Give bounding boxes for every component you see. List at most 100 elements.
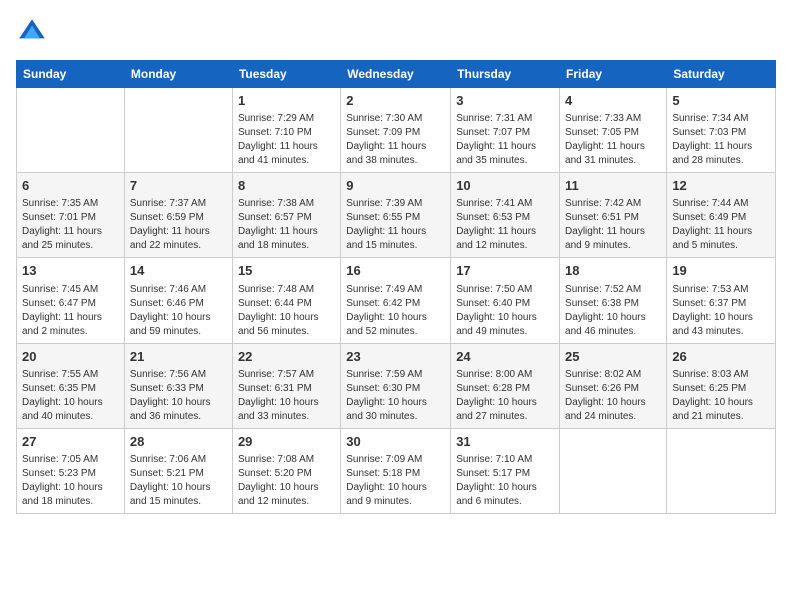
day-cell: 12 Sunrise: 7:44 AM Sunset: 6:49 PM Dayli…	[667, 173, 776, 258]
day-info: Sunrise: 7:34 AM Sunset: 7:03 PM Dayligh…	[672, 112, 770, 168]
day-info: Sunrise: 7:44 AM Sunset: 6:49 PM Dayligh…	[672, 197, 770, 253]
day-cell: 6 Sunrise: 7:35 AM Sunset: 7:01 PM Daylig…	[17, 173, 125, 258]
day-number: 30	[346, 433, 445, 451]
day-number: 10	[456, 177, 554, 195]
logo-icon	[16, 16, 48, 48]
day-cell: 24 Sunrise: 8:00 AM Sunset: 6:28 PM Dayli…	[451, 343, 560, 428]
day-number: 19	[672, 262, 770, 280]
day-info: Sunrise: 7:56 AM Sunset: 6:33 PM Dayligh…	[130, 368, 227, 424]
day-cell: 8 Sunrise: 7:38 AM Sunset: 6:57 PM Daylig…	[232, 173, 340, 258]
header-row: SundayMondayTuesdayWednesdayThursdayFrid…	[17, 61, 776, 88]
day-info: Sunrise: 7:05 AM Sunset: 5:23 PM Dayligh…	[22, 453, 119, 509]
day-info: Sunrise: 7:33 AM Sunset: 7:05 PM Dayligh…	[565, 112, 661, 168]
day-cell: 31 Sunrise: 7:10 AM Sunset: 5:17 PM Dayli…	[451, 428, 560, 513]
day-number: 14	[130, 262, 227, 280]
day-cell: 20 Sunrise: 7:55 AM Sunset: 6:35 PM Dayli…	[17, 343, 125, 428]
column-header-tuesday: Tuesday	[232, 61, 340, 88]
day-cell: 13Sunrise: 7:45 AM Sunset: 6:47 PM Dayli…	[17, 258, 125, 343]
day-info: Sunrise: 7:06 AM Sunset: 5:21 PM Dayligh…	[130, 453, 227, 509]
day-info: Sunrise: 7:35 AM Sunset: 7:01 PM Dayligh…	[22, 197, 119, 253]
day-number: 5	[672, 92, 770, 110]
day-cell: 21Sunrise: 7:56 AM Sunset: 6:33 PM Dayli…	[124, 343, 232, 428]
day-cell: 10 Sunrise: 7:41 AM Sunset: 6:53 PM Dayli…	[451, 173, 560, 258]
day-number: 1	[238, 92, 335, 110]
week-row-1: 1 Sunrise: 7:29 AM Sunset: 7:10 PM Daylig…	[17, 88, 776, 173]
day-cell	[17, 88, 125, 173]
day-cell	[560, 428, 667, 513]
day-cell: 9 Sunrise: 7:39 AM Sunset: 6:55 PM Daylig…	[341, 173, 451, 258]
day-info: Sunrise: 7:46 AM Sunset: 6:46 PM Dayligh…	[130, 283, 227, 339]
day-cell: 23 Sunrise: 7:59 AM Sunset: 6:30 PM Dayli…	[341, 343, 451, 428]
day-number: 17	[456, 262, 554, 280]
day-cell: 7 Sunrise: 7:37 AM Sunset: 6:59 PM Daylig…	[124, 173, 232, 258]
day-cell: 29 Sunrise: 7:08 AM Sunset: 5:20 PM Dayli…	[232, 428, 340, 513]
day-cell: 17 Sunrise: 7:50 AM Sunset: 6:40 PM Dayli…	[451, 258, 560, 343]
day-info: Sunrise: 7:09 AM Sunset: 5:18 PM Dayligh…	[346, 453, 445, 509]
day-cell	[124, 88, 232, 173]
day-number: 22	[238, 348, 335, 366]
day-number: 8	[238, 177, 335, 195]
day-cell: 26 Sunrise: 8:03 AM Sunset: 6:25 PM Dayli…	[667, 343, 776, 428]
day-info: Sunrise: 7:37 AM Sunset: 6:59 PM Dayligh…	[130, 197, 227, 253]
day-number: 25	[565, 348, 661, 366]
day-cell: 19 Sunrise: 7:53 AM Sunset: 6:37 PM Dayli…	[667, 258, 776, 343]
day-info: Sunrise: 7:42 AM Sunset: 6:51 PM Dayligh…	[565, 197, 661, 253]
day-cell	[667, 428, 776, 513]
day-number: 3	[456, 92, 554, 110]
day-number: 9	[346, 177, 445, 195]
day-number: 11	[565, 177, 661, 195]
day-info: Sunrise: 8:03 AM Sunset: 6:25 PM Dayligh…	[672, 368, 770, 424]
column-header-monday: Monday	[124, 61, 232, 88]
week-row-2: 6 Sunrise: 7:35 AM Sunset: 7:01 PM Daylig…	[17, 173, 776, 258]
day-number: 13	[22, 262, 119, 280]
day-number: 12	[672, 177, 770, 195]
day-cell: 16 Sunrise: 7:49 AM Sunset: 6:42 PM Dayli…	[341, 258, 451, 343]
day-number: 20	[22, 348, 119, 366]
day-info: Sunrise: 7:50 AM Sunset: 6:40 PM Dayligh…	[456, 283, 554, 339]
day-cell: 3 Sunrise: 7:31 AM Sunset: 7:07 PM Daylig…	[451, 88, 560, 173]
day-info: Sunrise: 7:53 AM Sunset: 6:37 PM Dayligh…	[672, 283, 770, 339]
day-number: 6	[22, 177, 119, 195]
day-cell: 30 Sunrise: 7:09 AM Sunset: 5:18 PM Dayli…	[341, 428, 451, 513]
day-cell: 25Sunrise: 8:02 AM Sunset: 6:26 PM Dayli…	[560, 343, 667, 428]
day-info: Sunrise: 7:39 AM Sunset: 6:55 PM Dayligh…	[346, 197, 445, 253]
day-cell: 2 Sunrise: 7:30 AM Sunset: 7:09 PM Daylig…	[341, 88, 451, 173]
day-number: 23	[346, 348, 445, 366]
day-cell: 27 Sunrise: 7:05 AM Sunset: 5:23 PM Dayli…	[17, 428, 125, 513]
day-info: Sunrise: 7:52 AM Sunset: 6:38 PM Dayligh…	[565, 283, 661, 339]
column-header-saturday: Saturday	[667, 61, 776, 88]
day-info: Sunrise: 7:31 AM Sunset: 7:07 PM Dayligh…	[456, 112, 554, 168]
day-info: Sunrise: 7:49 AM Sunset: 6:42 PM Dayligh…	[346, 283, 445, 339]
day-info: Sunrise: 7:59 AM Sunset: 6:30 PM Dayligh…	[346, 368, 445, 424]
day-cell: 15Sunrise: 7:48 AM Sunset: 6:44 PM Dayli…	[232, 258, 340, 343]
column-header-wednesday: Wednesday	[341, 61, 451, 88]
day-cell: 4 Sunrise: 7:33 AM Sunset: 7:05 PM Daylig…	[560, 88, 667, 173]
day-number: 27	[22, 433, 119, 451]
day-info: Sunrise: 7:38 AM Sunset: 6:57 PM Dayligh…	[238, 197, 335, 253]
day-number: 28	[130, 433, 227, 451]
day-info: Sunrise: 7:30 AM Sunset: 7:09 PM Dayligh…	[346, 112, 445, 168]
day-info: Sunrise: 7:29 AM Sunset: 7:10 PM Dayligh…	[238, 112, 335, 168]
day-number: 24	[456, 348, 554, 366]
column-header-thursday: Thursday	[451, 61, 560, 88]
logo	[16, 16, 52, 48]
day-number: 31	[456, 433, 554, 451]
day-number: 16	[346, 262, 445, 280]
day-number: 26	[672, 348, 770, 366]
day-info: Sunrise: 7:08 AM Sunset: 5:20 PM Dayligh…	[238, 453, 335, 509]
day-number: 29	[238, 433, 335, 451]
day-info: Sunrise: 8:00 AM Sunset: 6:28 PM Dayligh…	[456, 368, 554, 424]
day-number: 7	[130, 177, 227, 195]
day-number: 2	[346, 92, 445, 110]
day-info: Sunrise: 7:57 AM Sunset: 6:31 PM Dayligh…	[238, 368, 335, 424]
day-info: Sunrise: 7:41 AM Sunset: 6:53 PM Dayligh…	[456, 197, 554, 253]
column-header-friday: Friday	[560, 61, 667, 88]
column-header-sunday: Sunday	[17, 61, 125, 88]
day-info: Sunrise: 7:10 AM Sunset: 5:17 PM Dayligh…	[456, 453, 554, 509]
week-row-4: 20 Sunrise: 7:55 AM Sunset: 6:35 PM Dayli…	[17, 343, 776, 428]
day-info: Sunrise: 7:55 AM Sunset: 6:35 PM Dayligh…	[22, 368, 119, 424]
day-number: 4	[565, 92, 661, 110]
day-cell: 1 Sunrise: 7:29 AM Sunset: 7:10 PM Daylig…	[232, 88, 340, 173]
calendar-table: SundayMondayTuesdayWednesdayThursdayFrid…	[16, 60, 776, 514]
day-cell: 5 Sunrise: 7:34 AM Sunset: 7:03 PM Daylig…	[667, 88, 776, 173]
